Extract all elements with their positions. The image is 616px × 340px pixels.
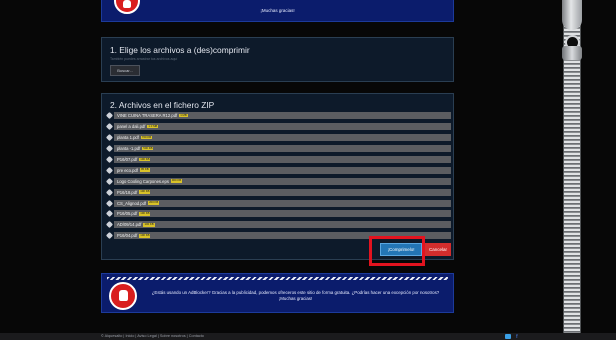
choose-files-panel: 1. Elige los archivos a (des)comprimir T… xyxy=(101,37,454,82)
step2-title: 2. Archivos en el fichero ZIP xyxy=(110,100,215,110)
file-row: CS_Alignod.pdf 200 KB xyxy=(106,199,451,207)
file-name: VINE CUINA TRASERA R12.pdf xyxy=(117,113,178,118)
file-size-badge: 190 KB xyxy=(139,233,151,238)
hand-icon xyxy=(119,290,128,301)
file-icon xyxy=(106,145,114,152)
file-name: P16/18.pdf xyxy=(117,189,138,195)
zipper-top xyxy=(562,0,582,30)
file-name: AD/09/14.pdf xyxy=(117,222,142,228)
file-icon xyxy=(106,200,114,207)
file-row: VINE CUINA TRASERA R12.pdf 1 MB xyxy=(106,112,451,119)
hand-icon xyxy=(123,0,131,8)
file-name: planta 1.pdf xyxy=(117,134,139,140)
twitter-icon[interactable] xyxy=(505,334,511,339)
file-row: AD/09/14.pdf 100 KB xyxy=(106,221,451,229)
file-icon xyxy=(106,134,114,141)
facebook-icon[interactable]: f xyxy=(516,334,518,340)
adblock-message-line2: ¡Muchas gracias! xyxy=(278,296,313,301)
file-size-badge: 95 KB xyxy=(139,167,150,172)
file-bar: AD/09/14.pdf 100 KB xyxy=(114,221,451,229)
highlight-box xyxy=(369,236,425,266)
file-icon xyxy=(106,232,114,239)
file-row: Logo Cooling Carpones.eps 900 KB xyxy=(106,177,451,185)
file-icon xyxy=(106,112,114,119)
file-bar: P16/05.pdf 190 KB xyxy=(114,210,451,218)
file-name: P16/07.pdf xyxy=(117,156,138,162)
file-icon xyxy=(106,178,114,185)
file-size-badge: 200 KB xyxy=(148,200,160,205)
file-name: Logo Cooling Carpones.eps xyxy=(117,178,169,184)
file-name: pre eco.pdf xyxy=(117,167,138,173)
file-bar: panel a dali.pdf 1.0 MB xyxy=(114,122,451,130)
file-size-badge: 900 KB xyxy=(170,178,183,183)
adblock-banner-bottom: ¿Estás usando un AdBlocker? Gracias a la… xyxy=(101,273,454,313)
browse-button[interactable]: Buscar... xyxy=(110,65,140,76)
file-row: P16/05.pdf 190 KB xyxy=(106,210,451,218)
file-size-badge: 1 MB xyxy=(179,112,188,118)
file-name: CS_Alignod.pdf xyxy=(117,200,147,206)
stop-sign-icon xyxy=(109,282,137,310)
file-size-badge: 190 KB xyxy=(139,211,151,216)
footer: © Aiquesalto | Inicio | Aviso Legal | So… xyxy=(0,333,616,340)
file-row: P16/07.pdf 190 KB xyxy=(106,155,451,163)
file-icon xyxy=(106,123,114,130)
file-bar: P16/07.pdf 190 KB xyxy=(114,155,451,163)
drag-hint: También puedes arrastrar tus archivos aq… xyxy=(110,57,178,61)
footer-links[interactable]: © Aiquesalto | Inicio | Aviso Legal | So… xyxy=(101,334,204,338)
adblock-thanks-text: ¡Muchas gracias! xyxy=(260,8,295,13)
file-bar: pre eco.pdf 95 KB xyxy=(114,166,451,174)
stripe-divider xyxy=(107,277,448,280)
adblock-banner-top: ¡Muchas gracias! xyxy=(101,0,454,22)
file-name: panel a dali.pdf xyxy=(117,123,146,129)
file-row: P16/18.pdf 190 KB xyxy=(106,188,451,196)
file-size-badge: 500 KB xyxy=(142,145,154,151)
file-size-badge: 190 KB xyxy=(139,189,151,194)
file-name: P16/05.pdf xyxy=(117,211,138,217)
file-name: P16/04.pdf xyxy=(117,233,138,239)
file-size-badge: 700 KB xyxy=(140,134,153,140)
step1-title: 1. Elige los archivos a (des)comprimir xyxy=(110,45,250,55)
zipper-slider xyxy=(562,46,582,60)
file-row: planta 1.pdf 700 KB xyxy=(106,133,451,141)
zip-files-panel: 2. Archivos en el fichero ZIP VINE CUINA… xyxy=(101,93,454,260)
file-size-badge: 190 KB xyxy=(139,156,151,161)
adblock-message: ¿Estás usando un AdBlocker? Gracias a la… xyxy=(144,290,447,302)
file-size-badge: 1.0 MB xyxy=(147,123,159,129)
file-row: planta -1.pdf 500 KB xyxy=(106,144,451,152)
file-bar: CS_Alignod.pdf 200 KB xyxy=(114,199,451,207)
file-row: pre eco.pdf 95 KB xyxy=(106,166,451,174)
file-icon xyxy=(106,221,114,228)
file-icon xyxy=(106,189,114,196)
cancel-button[interactable]: Cancelar xyxy=(425,243,451,256)
adblock-message-line1: ¿Estás usando un AdBlocker? Gracias a la… xyxy=(151,290,440,295)
file-bar: planta 1.pdf 700 KB xyxy=(114,133,451,141)
file-icon xyxy=(106,167,114,174)
file-bar: planta -1.pdf 500 KB xyxy=(114,144,451,152)
file-row: panel a dali.pdf 1.0 MB xyxy=(106,122,451,130)
file-bar: Logo Cooling Carpones.eps 900 KB xyxy=(114,177,451,185)
file-size-badge: 100 KB xyxy=(143,222,155,227)
file-list: VINE CUINA TRASERA R12.pdf 1 MB panel a da… xyxy=(106,112,451,243)
file-name: planta -1.pdf xyxy=(117,145,141,151)
file-bar: VINE CUINA TRASERA R12.pdf 1 MB xyxy=(114,112,451,119)
file-bar: P16/18.pdf 190 KB xyxy=(114,188,451,196)
file-icon xyxy=(106,210,114,217)
file-icon xyxy=(106,156,114,163)
